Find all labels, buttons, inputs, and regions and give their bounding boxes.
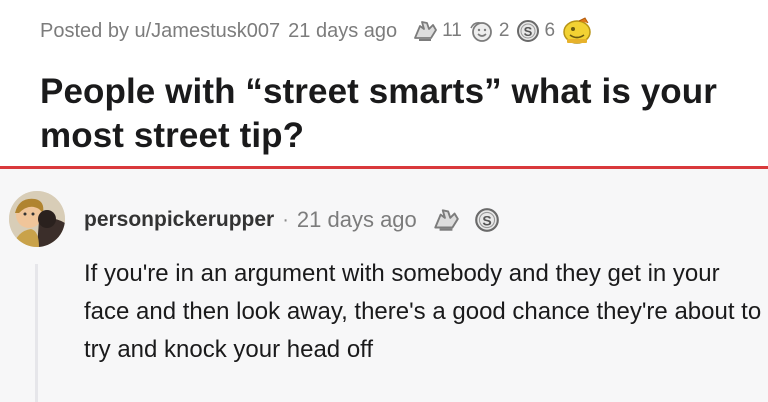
award-silver[interactable]: S 6 <box>515 18 555 44</box>
commenter-avatar[interactable] <box>9 191 65 247</box>
award-wholesome-count: 2 <box>498 20 510 41</box>
post-meta: Posted by u/Jamestusk007 21 days ago 11 … <box>40 14 593 48</box>
avatar-image <box>9 191 65 247</box>
post-time: 21 days ago <box>288 19 398 42</box>
posted-by-link[interactable]: Posted by u/Jamestusk007 <box>40 20 280 43</box>
silver-coin-icon: S <box>517 20 540 42</box>
award-hands-count: 11 <box>442 20 462 41</box>
wholesome-award-icon <box>470 22 492 42</box>
meta-separator: · <box>282 208 289 231</box>
gold-award-icon <box>563 17 591 44</box>
silver-coin-icon: S <box>474 208 499 232</box>
hands-award-icon <box>414 21 438 41</box>
comment-body: If you're in an argument with somebody a… <box>84 260 762 363</box>
comment-thread-line[interactable] <box>35 264 38 402</box>
comment: personpickerupper · 21 days ago S If you… <box>0 169 768 402</box>
award-gold[interactable] <box>561 16 593 46</box>
comment-award-hands[interactable] <box>431 206 461 234</box>
comment-meta: personpickerupper · 21 days ago S <box>84 203 501 237</box>
reddit-post-screenshot: Posted by u/Jamestusk007 21 days ago 11 … <box>0 0 768 402</box>
comment-award-silver[interactable]: S <box>473 206 501 234</box>
comment-time: 21 days ago <box>296 207 417 232</box>
hands-award-icon <box>434 209 459 231</box>
post-title[interactable]: People with “street smarts” what is your… <box>40 70 760 158</box>
svg-text:S: S <box>524 24 533 39</box>
comment-username[interactable]: personpickerupper <box>84 208 274 232</box>
award-hands[interactable]: 11 <box>411 18 462 44</box>
award-silver-count: 6 <box>544 20 556 41</box>
svg-text:S: S <box>482 212 491 228</box>
award-wholesome[interactable]: 2 <box>468 18 510 44</box>
